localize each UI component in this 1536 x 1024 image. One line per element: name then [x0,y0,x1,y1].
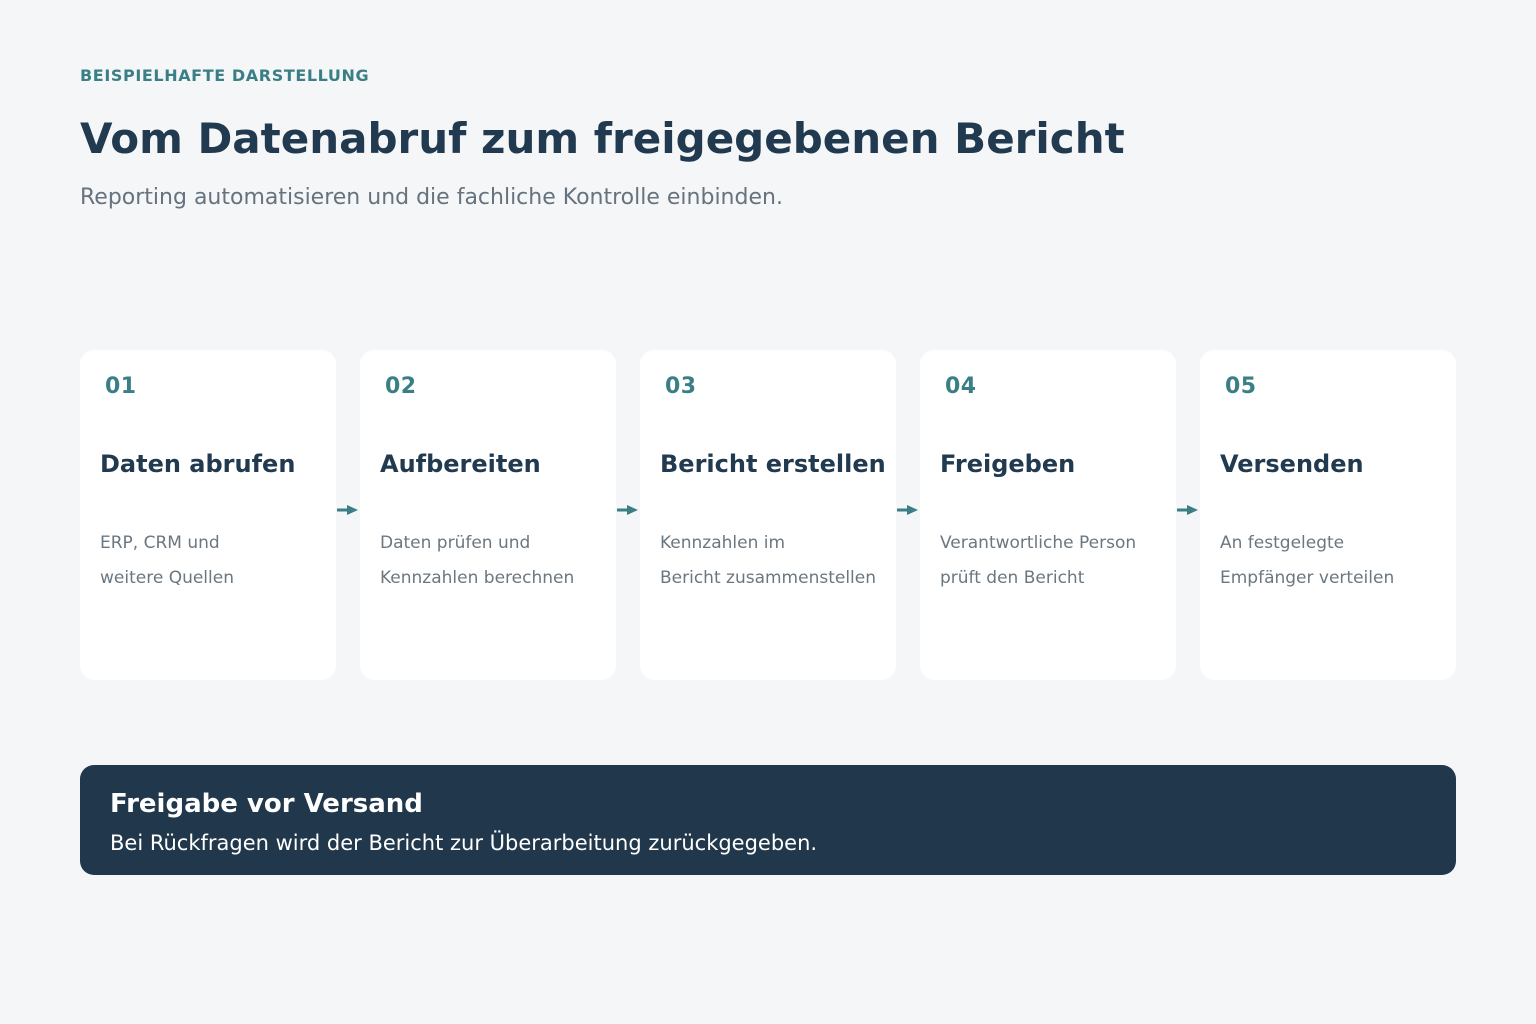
step-title: Versenden [1220,450,1364,478]
step-description-line: Daten prüfen und [380,533,531,553]
process-steps: 01 Daten abrufen ERP, CRM und weitere Qu… [80,350,1456,680]
step-description: Verantwortliche Person prüft den Bericht [940,526,1136,596]
step-card-4: 04 Freigeben Verantwortliche Person prüf… [920,350,1176,680]
step-description-line: weitere Quellen [100,568,234,588]
arrow-right-icon [337,505,358,515]
page-title: Vom Datenabruf zum freigegebenen Bericht [80,114,1125,163]
step-description: Daten prüfen und Kennzahlen berechnen [380,526,574,596]
step-description-line: Kennzahlen berechnen [380,568,575,588]
banner-title: Freigabe vor Versand [110,789,423,819]
step-description: Kennzahlen im Bericht zusammenstellen [660,526,876,596]
step-card-3: 03 Bericht erstellen Kennzahlen im Beric… [640,350,896,680]
step-card-5: 05 Versenden An festgelegte Empfänger ve… [1200,350,1456,680]
step-number: 05 [1225,374,1257,399]
step-number: 01 [105,374,137,399]
step-number: 04 [945,374,977,399]
step-description-line: Bericht zusammenstellen [660,568,877,588]
step-card-2: 02 Aufbereiten Daten prüfen und Kennzahl… [360,350,616,680]
step-title: Bericht erstellen [660,450,886,478]
banner-text: Bei Rückfragen wird der Bericht zur Über… [110,831,818,855]
step-description: ERP, CRM und weitere Quellen [100,526,234,596]
step-card-1: 01 Daten abrufen ERP, CRM und weitere Qu… [80,350,336,680]
eyebrow-label: BEISPIELHAFTE DARSTELLUNG [80,66,370,85]
step-title: Freigeben [940,450,1076,478]
arrow-right-icon [617,505,638,515]
step-number: 02 [385,374,417,399]
step-description-line: ERP, CRM und [100,533,220,553]
step-description-line: Empfänger verteilen [1220,568,1395,588]
arrow-right-icon [1177,505,1198,515]
step-title: Daten abrufen [100,450,296,478]
page-subtitle: Reporting automatisieren und die fachlic… [80,185,783,210]
step-title: Aufbereiten [380,450,541,478]
step-description-line: prüft den Bericht [940,568,1085,588]
page: BEISPIELHAFTE DARSTELLUNG Vom Datenabruf… [0,0,1536,1024]
step-description: An festgelegte Empfänger verteilen [1220,526,1394,596]
step-description-line: An festgelegte [1220,533,1345,553]
approval-banner: Freigabe vor Versand Bei Rückfragen wird… [80,765,1456,875]
step-description-line: Verantwortliche Person [940,533,1137,553]
step-number: 03 [665,374,697,399]
step-description-line: Kennzahlen im [660,533,786,553]
arrow-right-icon [897,505,918,515]
